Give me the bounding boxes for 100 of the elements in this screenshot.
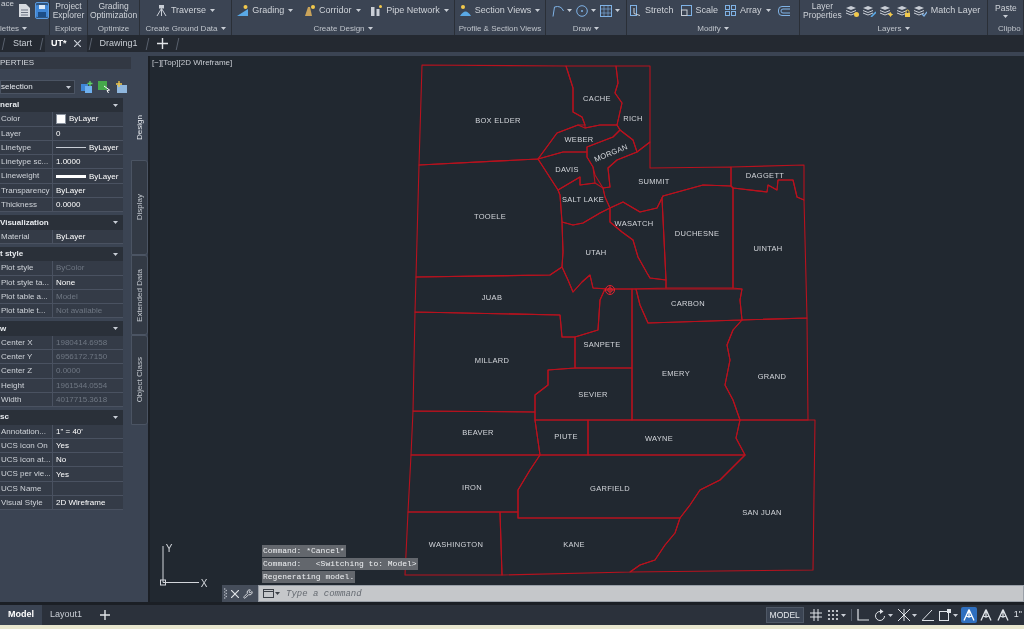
- squares-with-plus-icon[interactable]: [81, 81, 93, 93]
- selection-dropdown[interactable]: selection: [0, 80, 75, 94]
- ribbon-button[interactable]: Grading Optimization: [89, 1, 138, 20]
- viewport-controls[interactable]: [−][Top][2D Wireframe]: [152, 58, 233, 68]
- parallel-curves-icon[interactable]: [777, 5, 790, 16]
- palette-tab[interactable]: Display: [131, 160, 148, 255]
- document-tab[interactable]: Start: [7, 35, 38, 52]
- panel-title[interactable]: Optimize: [97, 23, 130, 33]
- caret-down-icon: [615, 9, 620, 12]
- panel-title[interactable]: Create Design: [313, 23, 373, 33]
- document-tab[interactable]: UT*: [45, 35, 87, 52]
- ribbon-button[interactable]: Match Layer: [913, 3, 981, 18]
- window-dropdown-icon[interactable]: [263, 589, 280, 598]
- section-header[interactable]: t style: [0, 246, 123, 262]
- layers-with-pencil-icon[interactable]: [862, 4, 876, 17]
- caret-down-icon: [535, 9, 541, 12]
- command-line-field[interactable]: Type a command: [258, 585, 1024, 602]
- property-value: 0.0000: [56, 199, 81, 212]
- palette-tab[interactable]: Object Class: [131, 335, 148, 425]
- dropdown-button[interactable]: Paste: [995, 3, 1017, 18]
- dropdown-button[interactable]: Traverse: [155, 3, 216, 18]
- slope-icon: [237, 5, 249, 16]
- panel-title[interactable]: Clipbo: [998, 23, 1021, 33]
- cursor-on-square-icon[interactable]: [98, 81, 110, 93]
- a-shape-icon: [962, 609, 975, 621]
- dropdown-button[interactable]: Pipe Network: [371, 3, 449, 18]
- property-value: 1.0000: [56, 156, 81, 169]
- dropdown-button[interactable]: [576, 4, 596, 17]
- status-bar-button[interactable]: [807, 607, 824, 623]
- status-bar-button[interactable]: [919, 607, 936, 623]
- plus-icon[interactable]: [100, 610, 111, 620]
- close-icon[interactable]: [231, 589, 239, 598]
- panel-title[interactable]: Profile & Section Views: [458, 23, 542, 33]
- panel-title[interactable]: Create Ground Data: [145, 23, 226, 33]
- panel-title[interactable]: lettes: [0, 23, 28, 33]
- ribbon-button[interactable]: Layer Properties: [803, 1, 842, 20]
- layout-tab[interactable]: Layout1: [42, 605, 91, 625]
- palette-tab[interactable]: Extended Data: [131, 255, 148, 335]
- dropdown-button[interactable]: Grading: [237, 3, 294, 18]
- close-icon[interactable]: [73, 40, 81, 47]
- property-value-cell[interactable]: Yes: [53, 467, 123, 482]
- crossed-lines-icon: [897, 609, 910, 621]
- dropdown-button[interactable]: Section Views: [459, 3, 541, 18]
- layout-tab[interactable]: Model: [0, 605, 42, 625]
- property-value-cell[interactable]: 0.0000: [53, 198, 123, 213]
- status-bar-button[interactable]: [895, 607, 919, 623]
- status-bar-button[interactable]: [936, 607, 960, 623]
- section-header[interactable]: neral: [0, 98, 123, 113]
- ribbon-button[interactable]: Scale: [680, 3, 719, 18]
- panel-title[interactable]: Draw: [572, 23, 600, 33]
- caret-down-icon: [367, 26, 373, 30]
- document-tab[interactable]: Drawing1: [93, 35, 144, 52]
- layers-with-sun-icon[interactable]: [879, 4, 893, 17]
- ribbon-button[interactable]: Project Explorer: [52, 1, 85, 20]
- property-value-cell[interactable]: No: [53, 453, 123, 468]
- layers-with-bulb-icon[interactable]: [845, 4, 859, 17]
- annotation-scale-text[interactable]: 1": [1013, 608, 1022, 622]
- caret-down-icon: [210, 9, 216, 12]
- property-value: Model: [56, 291, 78, 303]
- status-bar-button[interactable]: [960, 607, 977, 623]
- section-header[interactable]: w: [0, 321, 123, 336]
- layers-with-lock-icon[interactable]: [896, 4, 910, 17]
- toggle-button[interactable]: [35, 2, 49, 19]
- property-label: Lineweight: [0, 169, 53, 184]
- caret-down-icon: [904, 26, 910, 30]
- dropdown-button[interactable]: Corridor: [304, 3, 361, 18]
- caret-down-icon: [765, 9, 771, 12]
- wrench-icon[interactable]: [243, 588, 253, 599]
- property-value: ByLayer: [89, 170, 119, 183]
- document-icon: [18, 4, 30, 17]
- property-value-cell[interactable]: ByLayer: [53, 112, 123, 127]
- caret-down-icon: [443, 9, 449, 12]
- property-value-cell[interactable]: 2D Wireframe: [53, 496, 123, 511]
- ribbon-button[interactable]: Stretch: [630, 3, 674, 18]
- plus-icon[interactable]: [156, 38, 168, 49]
- property-value-cell[interactable]: ByLayer: [53, 169, 123, 184]
- dropdown-button[interactable]: [600, 4, 620, 17]
- property-value: ByLayer: [89, 142, 119, 155]
- property-value-cell[interactable]: 1.0000: [53, 155, 123, 170]
- box-with-plus-icon[interactable]: [115, 81, 127, 93]
- caret-down-icon: [113, 221, 118, 224]
- panel-title[interactable]: Layers: [877, 23, 910, 33]
- property-value: 1" = 40': [56, 425, 83, 438]
- section-header[interactable]: Visualization: [0, 215, 123, 230]
- section-header[interactable]: sc: [0, 410, 123, 425]
- panel-title[interactable]: Explore: [54, 23, 83, 33]
- axis-label: Y: [165, 542, 173, 554]
- pipe-icon: [371, 5, 383, 16]
- model-space-button[interactable]: MODEL: [765, 607, 804, 623]
- toggle-button[interactable]: [17, 2, 31, 19]
- nested-squares-icon: [680, 5, 692, 16]
- property-label: Center Z: [0, 364, 53, 379]
- panel-title[interactable]: Modify: [697, 23, 729, 33]
- hill-with-sun-icon: [459, 5, 471, 16]
- color-swatch-icon: [56, 113, 66, 124]
- property-value: No: [56, 454, 67, 467]
- dropdown-button[interactable]: [552, 4, 572, 17]
- command-input[interactable]: Type a command: [286, 586, 1023, 601]
- dropdown-button[interactable]: Array: [725, 3, 771, 18]
- lineweight-sample-icon: [56, 174, 86, 178]
